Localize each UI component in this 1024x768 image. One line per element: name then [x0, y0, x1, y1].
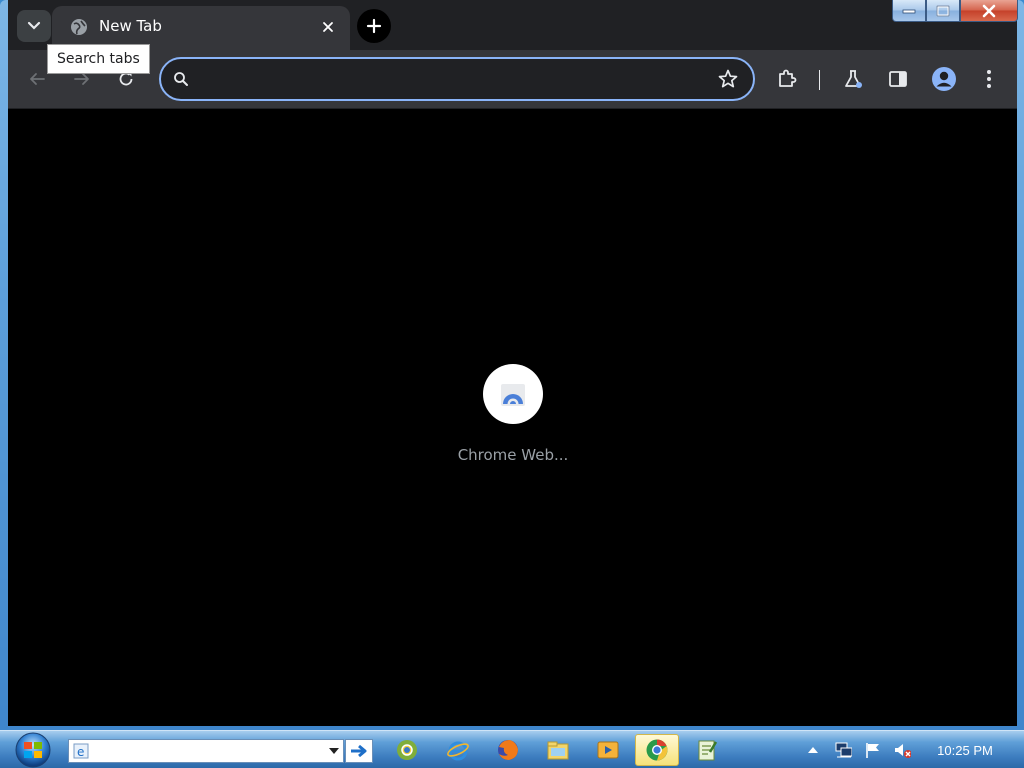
firefox-icon	[498, 740, 518, 760]
new-tab-button[interactable]	[357, 9, 391, 43]
svg-text:e: e	[77, 745, 84, 759]
taskbar-file-explorer[interactable]	[536, 734, 580, 766]
action-center-button[interactable]	[864, 741, 882, 759]
chrome-icon	[397, 740, 417, 760]
window-controls	[892, 0, 1018, 24]
dropdown-arrow-icon[interactable]	[329, 748, 339, 754]
browser-window: New Tab Search tabs Chrome Web...	[0, 0, 1024, 730]
bookmark-star-button[interactable]	[717, 68, 739, 90]
chrome-web-store-icon	[501, 384, 525, 406]
chrome-web-store-shortcut[interactable]	[483, 364, 543, 424]
start-button[interactable]	[12, 731, 54, 768]
maximize-icon	[936, 5, 950, 16]
taskbar-address-bar[interactable]: e	[68, 739, 344, 763]
minimize-button[interactable]	[892, 0, 926, 22]
taskbar-chrome-active[interactable]	[635, 734, 679, 766]
show-hidden-icons	[808, 747, 818, 753]
volume-muted-icon	[895, 744, 911, 758]
media-player-icon	[597, 741, 619, 759]
back-arrow-icon	[30, 73, 45, 85]
search-tabs-tooltip: Search tabs	[47, 44, 150, 74]
toolbar	[8, 50, 1017, 108]
volume-tray-button[interactable]	[893, 741, 911, 759]
labs-flask-icon	[845, 70, 862, 88]
taskbar: e 10:25 PM	[0, 730, 1024, 768]
star-icon	[718, 69, 738, 88]
side-panel-icon	[889, 71, 907, 87]
extensions-button[interactable]	[773, 65, 801, 93]
go-arrow-icon	[351, 744, 367, 758]
kebab-menu-icon	[987, 70, 991, 88]
omnibox[interactable]	[159, 57, 755, 101]
tab-search-button[interactable]	[17, 10, 51, 42]
show-hidden-icons-button[interactable]	[804, 741, 822, 759]
extensions-puzzle-icon	[779, 69, 797, 87]
shortcut-label: Chrome Web...	[457, 446, 569, 464]
new-tab-page: Chrome Web...	[8, 109, 1017, 726]
chevron-down-icon	[27, 21, 41, 30]
close-window-button[interactable]	[960, 0, 1018, 22]
chrome-menu-button[interactable]	[975, 65, 1003, 93]
network-icon	[835, 742, 852, 758]
windows-start-icon	[15, 732, 51, 768]
tab-close-button[interactable]	[318, 17, 338, 37]
toolbar-divider	[819, 70, 820, 90]
omnibox-input[interactable]	[201, 67, 705, 93]
close-icon	[982, 4, 996, 17]
tab-title: New Tab	[99, 17, 162, 35]
search-icon	[174, 72, 188, 86]
side-panel-button[interactable]	[884, 65, 912, 93]
taskbar-clock[interactable]: 10:25 PM	[928, 743, 1002, 758]
taskbar-internet-explorer[interactable]	[436, 734, 480, 766]
taskbar-media-player[interactable]	[586, 734, 630, 766]
notepad-icon	[698, 740, 718, 761]
network-tray-button[interactable]	[834, 741, 852, 759]
chrome-labs-button[interactable]	[839, 65, 867, 93]
minimize-icon	[902, 9, 916, 13]
close-icon	[323, 22, 333, 32]
profile-avatar-icon	[932, 67, 956, 91]
chrome-icon	[646, 739, 668, 761]
taskbar-notepad[interactable]	[685, 734, 729, 766]
internet-explorer-icon	[447, 741, 469, 761]
maximize-button[interactable]	[926, 0, 960, 22]
internet-explorer-icon: e	[73, 743, 89, 759]
taskbar-address-input[interactable]	[93, 742, 327, 762]
plus-icon	[366, 18, 382, 34]
address-go-button[interactable]	[345, 739, 373, 763]
globe-icon	[71, 19, 87, 35]
taskbar-firefox[interactable]	[486, 734, 530, 766]
file-explorer-icon	[547, 741, 569, 760]
profile-button[interactable]	[930, 65, 958, 93]
taskbar-chrome-pinned[interactable]	[385, 734, 429, 766]
action-center-flag-icon	[866, 743, 879, 758]
